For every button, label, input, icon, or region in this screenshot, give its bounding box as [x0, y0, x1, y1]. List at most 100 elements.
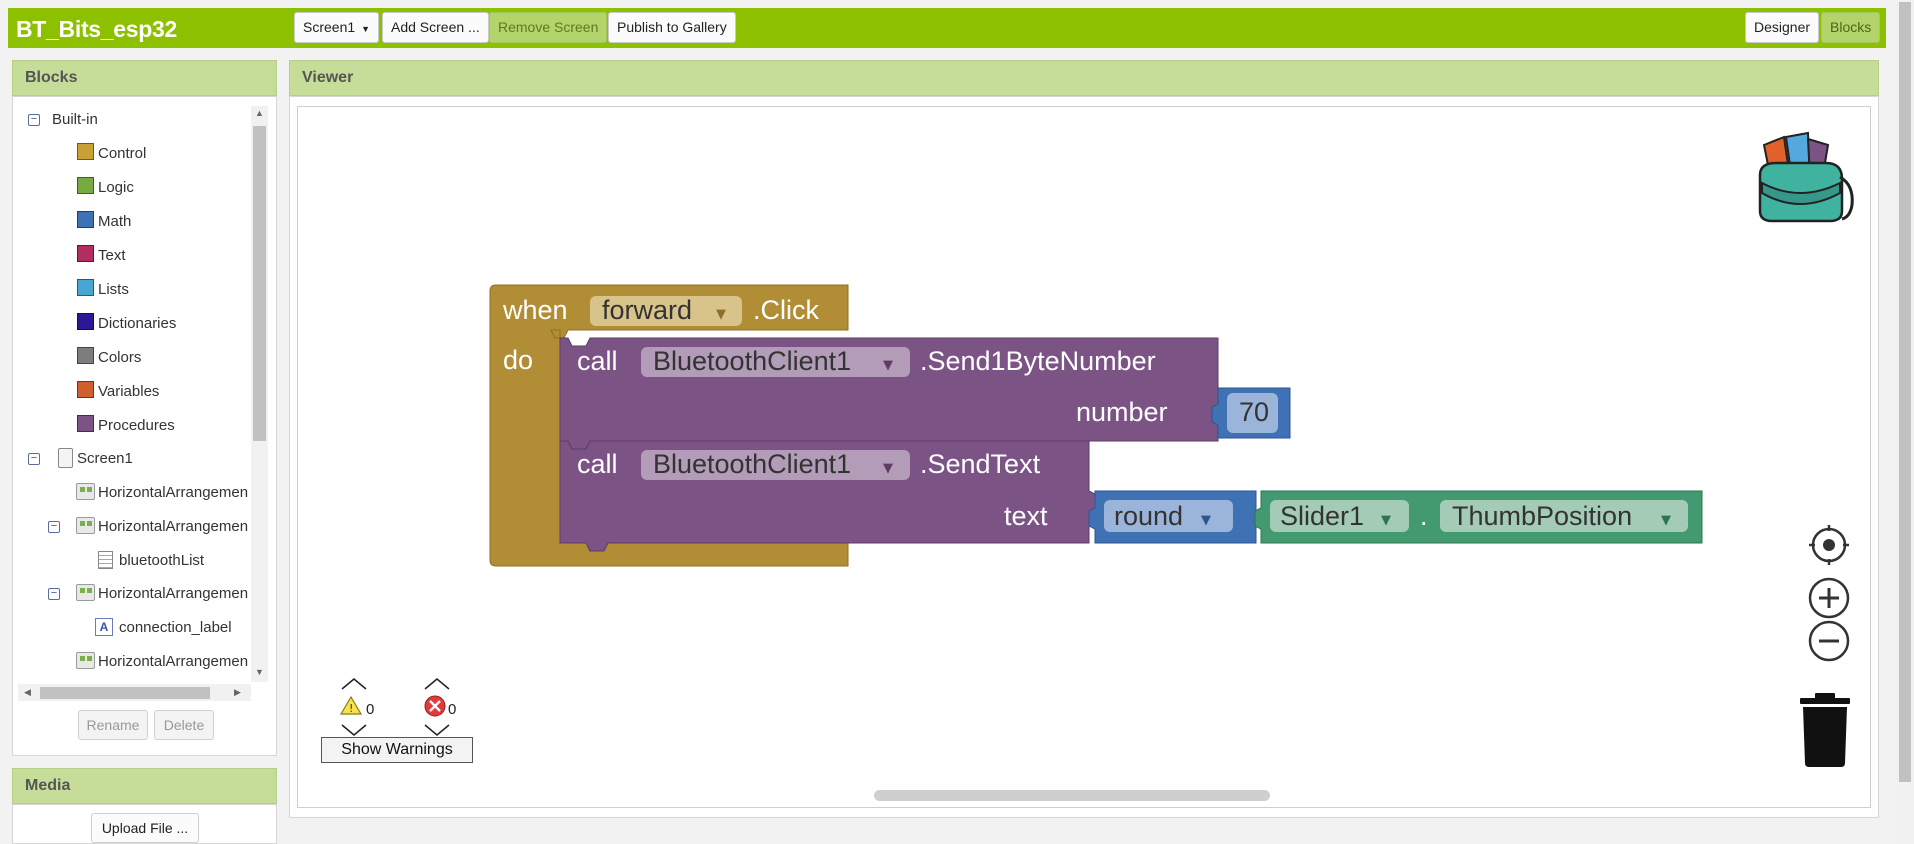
tree-item-label: Lists	[98, 281, 129, 298]
math-number-block[interactable]: 70	[1211, 387, 1291, 439]
trash-icon[interactable]	[1800, 693, 1850, 767]
do-label: do	[503, 345, 533, 375]
tree-item-label: Control	[98, 145, 147, 162]
recenter-icon[interactable]	[1809, 525, 1849, 565]
top-bar: BT_Bits_esp32 Screen1 ▼ Add Screen ... Re…	[8, 8, 1886, 48]
tree-item-label: Text	[98, 247, 126, 264]
publish-gallery-button[interactable]: Publish to Gallery	[608, 12, 736, 43]
horizontal-arrangement-icon	[76, 483, 95, 500]
tree-item-label: Variables	[98, 383, 160, 400]
chevron-down-icon[interactable]: ▼	[1381, 513, 1391, 528]
arg-label: number	[1076, 397, 1168, 427]
text-swatch-icon	[77, 245, 94, 262]
tree-item-label: Procedures	[98, 417, 175, 434]
page-scrollbar[interactable]	[1896, 0, 1914, 844]
scroll-right-icon[interactable]: ▶	[234, 687, 241, 698]
blocks-workspace[interactable]: when forward ▼ .Click do call BluetoothC…	[297, 106, 1871, 808]
error-count: 0	[448, 701, 456, 718]
tree-item-label: Dictionaries	[98, 315, 177, 332]
chevron-down-icon[interactable]: ▼	[883, 358, 893, 373]
scroll-up-icon[interactable]: ▲	[255, 108, 264, 118]
warning-indicator: ! 0 0	[339, 678, 456, 736]
blocks-canvas: when forward ▼ .Click do call BluetoothC…	[339, 131, 1854, 767]
screen-icon	[58, 448, 73, 468]
tree-component-label: HorizontalArrangemen	[98, 585, 249, 602]
chevron-down-icon[interactable]: ▼	[883, 461, 893, 476]
screen-select-label: Screen1	[303, 19, 356, 35]
zoom-in-icon[interactable]	[1808, 577, 1850, 619]
call-label: call	[577, 346, 618, 376]
scroll-thumb[interactable]	[1899, 2, 1911, 782]
tree-screen1-label: Screen1	[77, 450, 133, 467]
horizontal-arrangement-icon	[76, 584, 95, 601]
tree-item-label: Logic	[98, 179, 134, 196]
event-component-name: forward	[602, 295, 692, 325]
tree-builtin-label: Built-in	[52, 111, 98, 128]
property-name: ThumbPosition	[1452, 501, 1632, 531]
getter-dot: .	[1420, 501, 1428, 531]
upload-file-button[interactable]: Upload File ...	[91, 813, 199, 843]
event-name: .Click	[753, 295, 819, 325]
logic-swatch-icon	[77, 177, 94, 194]
tree-component-label: HorizontalArrangemen	[98, 653, 249, 670]
warning-prev-icon[interactable]	[341, 678, 367, 690]
call-sendtext-block[interactable]: call BluetoothClient1 ▼ .SendText text	[559, 440, 1096, 552]
chevron-down-icon: ▼	[361, 24, 371, 34]
colors-swatch-icon	[77, 347, 94, 364]
component-getter-block[interactable]: Slider1 ▼ . ThumbPosition ▼	[1254, 490, 1703, 544]
error-prev-icon[interactable]	[424, 678, 450, 690]
tree-vertical-scrollbar[interactable]: ▲ ▼	[251, 106, 268, 682]
backpack-icon[interactable]	[1758, 131, 1854, 223]
scroll-thumb[interactable]	[40, 687, 210, 699]
tree-horizontal-scrollbar[interactable]: ◀ ▶	[18, 684, 251, 701]
arg-label: text	[1004, 501, 1048, 531]
blocks-tree: − Built-in Control Logic Math Text Lists…	[18, 108, 252, 684]
tree-component-label: HorizontalArrangemen	[98, 518, 249, 535]
blocks-button[interactable]: Blocks	[1821, 12, 1881, 43]
call-component-name: BluetoothClient1	[653, 346, 851, 376]
delete-button[interactable]: Delete	[154, 710, 214, 740]
call-send1bytenumber-block[interactable]: call BluetoothClient1 ▼ .Send1ByteNumber…	[559, 337, 1219, 450]
chevron-down-icon[interactable]: ▼	[1661, 513, 1671, 528]
media-panel-header: Media	[12, 768, 277, 804]
math-round-block[interactable]: round ▼	[1088, 490, 1257, 544]
project-title: BT_Bits_esp32	[16, 16, 178, 42]
warning-count: 0	[366, 701, 374, 718]
warning-exclaim: !	[349, 702, 353, 715]
blocks-panel-header: Blocks	[12, 60, 277, 96]
procedures-swatch-icon	[77, 415, 94, 432]
scroll-left-icon[interactable]: ◀	[24, 687, 31, 698]
call-component-name: BluetoothClient1	[653, 449, 851, 479]
horizontal-arrangement-icon	[76, 517, 95, 534]
show-warnings-button[interactable]: Show Warnings	[321, 737, 473, 763]
screen-select[interactable]: Screen1 ▼	[294, 12, 380, 43]
tree-component-label: bluetoothList	[119, 552, 205, 569]
error-next-icon[interactable]	[424, 724, 450, 736]
control-swatch-icon	[77, 143, 94, 160]
designer-button[interactable]: Designer	[1745, 12, 1820, 43]
dictionaries-swatch-icon	[77, 313, 94, 330]
tree-item-label: Math	[98, 213, 132, 230]
scroll-down-icon[interactable]: ▼	[255, 667, 264, 677]
collapse-icon[interactable]: −	[48, 521, 60, 533]
math-swatch-icon	[77, 211, 94, 228]
label-icon: A	[95, 618, 113, 636]
method-name: .SendText	[920, 449, 1041, 479]
collapse-icon[interactable]: −	[28, 453, 40, 465]
chevron-down-icon[interactable]: ▼	[1201, 513, 1211, 528]
chevron-down-icon[interactable]: ▼	[716, 307, 726, 322]
call-label: call	[577, 449, 618, 479]
add-screen-button[interactable]: Add Screen ...	[382, 12, 489, 43]
method-name: .Send1ByteNumber	[920, 346, 1156, 376]
warning-next-icon[interactable]	[341, 724, 367, 736]
rename-button[interactable]: Rename	[78, 710, 148, 740]
viewer-header: Viewer	[289, 60, 1879, 96]
collapse-icon[interactable]: −	[48, 588, 60, 600]
scroll-thumb[interactable]	[253, 126, 266, 441]
number-value: 70	[1239, 397, 1269, 427]
remove-screen-button[interactable]: Remove Screen	[489, 12, 608, 43]
tree-component-label: HorizontalArrangemen	[98, 484, 249, 501]
workspace-horizontal-scrollbar[interactable]	[874, 790, 1270, 801]
zoom-out-icon[interactable]	[1808, 620, 1850, 662]
collapse-icon[interactable]: −	[28, 114, 40, 126]
